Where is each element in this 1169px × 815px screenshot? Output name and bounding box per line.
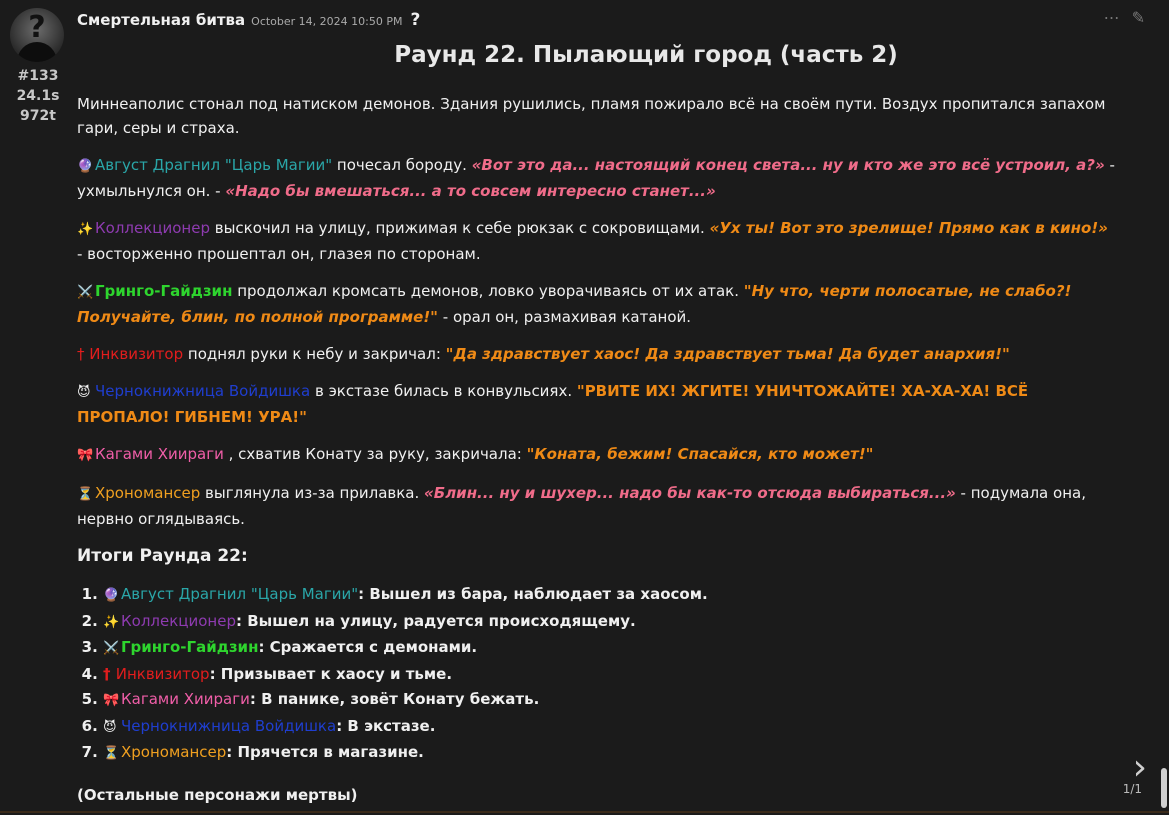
edit-pencil-icon[interactable]: ✎ <box>1132 8 1145 27</box>
status-text: : Прячется в магазине. <box>226 743 424 761</box>
summary-list: 🔮Август Драгнил "Царь Магии": Вышел из б… <box>77 582 1117 767</box>
avatar-question-mark: ? <box>28 10 46 45</box>
narration: выскочил на улицу, прижимая к себе рюкза… <box>209 219 710 237</box>
quote: "Да здравствует хаос! Да здравствует тьм… <box>445 345 1010 363</box>
post-timestamp[interactable]: October 14, 2024 10:50 PM <box>251 15 402 28</box>
narration: продолжал кромсать демонов, ловко уворач… <box>232 282 744 300</box>
divider <box>0 811 1169 813</box>
post-tools: ⋯ ✎ <box>1104 8 1145 27</box>
crossed-swords-icon: ⚔️ <box>103 641 120 656</box>
page-counter: 1/1 <box>1122 782 1142 796</box>
paragraph-avgust: 🔮 Август Драгнил "Царь Магии" почесал бор… <box>77 153 1117 203</box>
character-name: Кагами Хиираги <box>95 445 224 463</box>
intro-paragraph: Миннеаполис стонал под натиском демонов.… <box>77 95 1106 137</box>
crystal-ball-icon: 🔮 <box>77 159 94 174</box>
character-name: Коллекционер <box>121 611 236 630</box>
character-name: Инквизитор <box>115 664 210 683</box>
smiling-devil-icon: 😈 <box>77 385 91 400</box>
narration: - восторженно прошептал он, глазея по ст… <box>77 245 481 263</box>
list-item: ✨Коллекционер: Вышел на улицу, радуется … <box>103 609 1117 636</box>
more-options-icon[interactable]: ⋯ <box>1104 8 1120 27</box>
dagger-icon: † <box>77 345 85 363</box>
status-text: : В экстазе. <box>336 716 436 735</box>
post-content: Миннеаполис стонал под натиском демонов.… <box>77 92 1117 807</box>
ribbon-icon: 🎀 <box>103 693 120 708</box>
smiling-devil-icon: 😈 <box>103 719 117 735</box>
post-number: #133 <box>17 68 59 84</box>
summary-footer: (Остальные персонажи мертвы) <box>77 785 358 804</box>
character-name: Инквизитор <box>89 345 184 363</box>
summary-heading: Итоги Раунда 22: <box>77 546 248 566</box>
narration: поднял руки к небу и закричал: <box>183 345 446 363</box>
help-icon[interactable]: ? <box>410 10 420 30</box>
status-text: : Вышел из бара, наблюдает за хаосом. <box>358 585 708 603</box>
post-title: Раунд 22. Пылающий город (часть 2) <box>394 42 898 68</box>
avatar[interactable]: ? <box>10 8 64 62</box>
character-name: Гринго-Гайдзин <box>95 282 233 300</box>
post-duration: 24.1s <box>16 88 60 104</box>
character-name: Кагами Хиираги <box>121 690 250 708</box>
quote: "Коната, бежим! Спасайся, кто может!" <box>526 445 874 463</box>
sparkles-icon: ✨ <box>103 614 120 630</box>
post-stats: #133 24.1s 972t <box>10 66 66 126</box>
character-name: Хрономансер <box>95 484 201 502</box>
status-text: : Вышел на улицу, радуется происходящему… <box>235 611 636 630</box>
character-name: Гринго-Гайдзин <box>121 638 259 656</box>
author-name[interactable]: Смертельная битва <box>77 11 245 29</box>
list-item: 😈Чернокнижница Войдишка: В экстазе. <box>103 714 1117 741</box>
narration: - орал он, размахивая катаной. <box>438 308 692 326</box>
character-name: Коллекционер <box>95 219 210 237</box>
quote: «Блин... ну и шухер... надо бы как-то от… <box>424 484 956 502</box>
paragraph-inquisitor: † Инквизитор поднял руки к небу и закрич… <box>77 342 1117 366</box>
quote: «Ух ты! Вот это зрелище! Прямо как в кин… <box>709 219 1108 237</box>
scrollbar[interactable] <box>1161 768 1167 808</box>
narration: выглянула из-за прилавка. <box>200 484 425 502</box>
quote: «Вот это да... настоящий конец света... … <box>471 156 1105 174</box>
narration: почесал бороду. <box>332 156 472 174</box>
hourglass-icon: ⏳ <box>103 746 120 761</box>
list-item: 🔮Август Драгнил "Царь Магии": Вышел из б… <box>103 582 1117 609</box>
paragraph-voidishka: 😈 Чернокнижница Войдишка в экстазе билась… <box>77 379 1117 429</box>
list-item: 🎀Кагами Хиираги: В панике, зовёт Конату … <box>103 687 1117 714</box>
narration: , схватив Конату за руку, закричала: <box>223 445 527 463</box>
crystal-ball-icon: 🔮 <box>103 588 120 603</box>
hourglass-icon: ⏳ <box>77 487 94 502</box>
forum-post: ? #133 24.1s 972t Смертельная битва Octo… <box>0 0 1169 815</box>
post-tokens: 972t <box>20 108 56 124</box>
sparkles-icon: ✨ <box>77 222 94 237</box>
avatar-silhouette <box>17 42 57 62</box>
character-name: Август Драгнил "Царь Магии" <box>95 156 333 174</box>
dagger-icon: † <box>103 664 111 683</box>
crossed-swords-icon: ⚔️ <box>77 285 94 300</box>
narration: в экстазе билась в конвульсиях. <box>310 382 577 400</box>
character-name: Август Драгнил "Царь Магии" <box>121 585 359 603</box>
paragraph-gringo: ⚔️ Гринго-Гайдзин продолжал кромсать демо… <box>77 279 1117 329</box>
round-summary: Итоги Раунда 22: 🔮Август Драгнил "Царь М… <box>77 544 1117 807</box>
list-item: † Инквизитор: Призывает к хаосу и тьме. <box>103 662 1117 688</box>
paragraph-kagami: 🎀 Кагами Хиираги , схватив Конату за руку… <box>77 442 1117 468</box>
status-text: : В панике, зовёт Конату бежать. <box>249 690 540 708</box>
next-chevron-icon[interactable]: › <box>1133 750 1147 786</box>
post-header: Смертельная битва October 14, 2024 10:50… <box>77 10 420 34</box>
status-text: : Сражается с демонами. <box>258 638 478 656</box>
status-text: : Призывает к хаосу и тьме. <box>209 664 453 683</box>
paragraph-chronomancer: ⏳ Хрономансер выглянула из-за прилавка. «… <box>77 481 1117 531</box>
character-name: Чернокнижница Войдишка <box>121 716 337 735</box>
character-name: Чернокнижница Войдишка <box>95 382 311 400</box>
list-item: ⚔️Гринго-Гайдзин: Сражается с демонами. <box>103 635 1117 662</box>
quote: «Надо бы вмешаться... а то совсем интере… <box>225 182 716 200</box>
character-name: Хрономансер <box>121 743 227 761</box>
list-item: ⏳Хрономансер: Прячется в магазине. <box>103 740 1117 767</box>
paragraph-collector: ✨ Коллекционер выскочил на улицу, прижима… <box>77 216 1117 266</box>
ribbon-icon: 🎀 <box>77 448 94 463</box>
